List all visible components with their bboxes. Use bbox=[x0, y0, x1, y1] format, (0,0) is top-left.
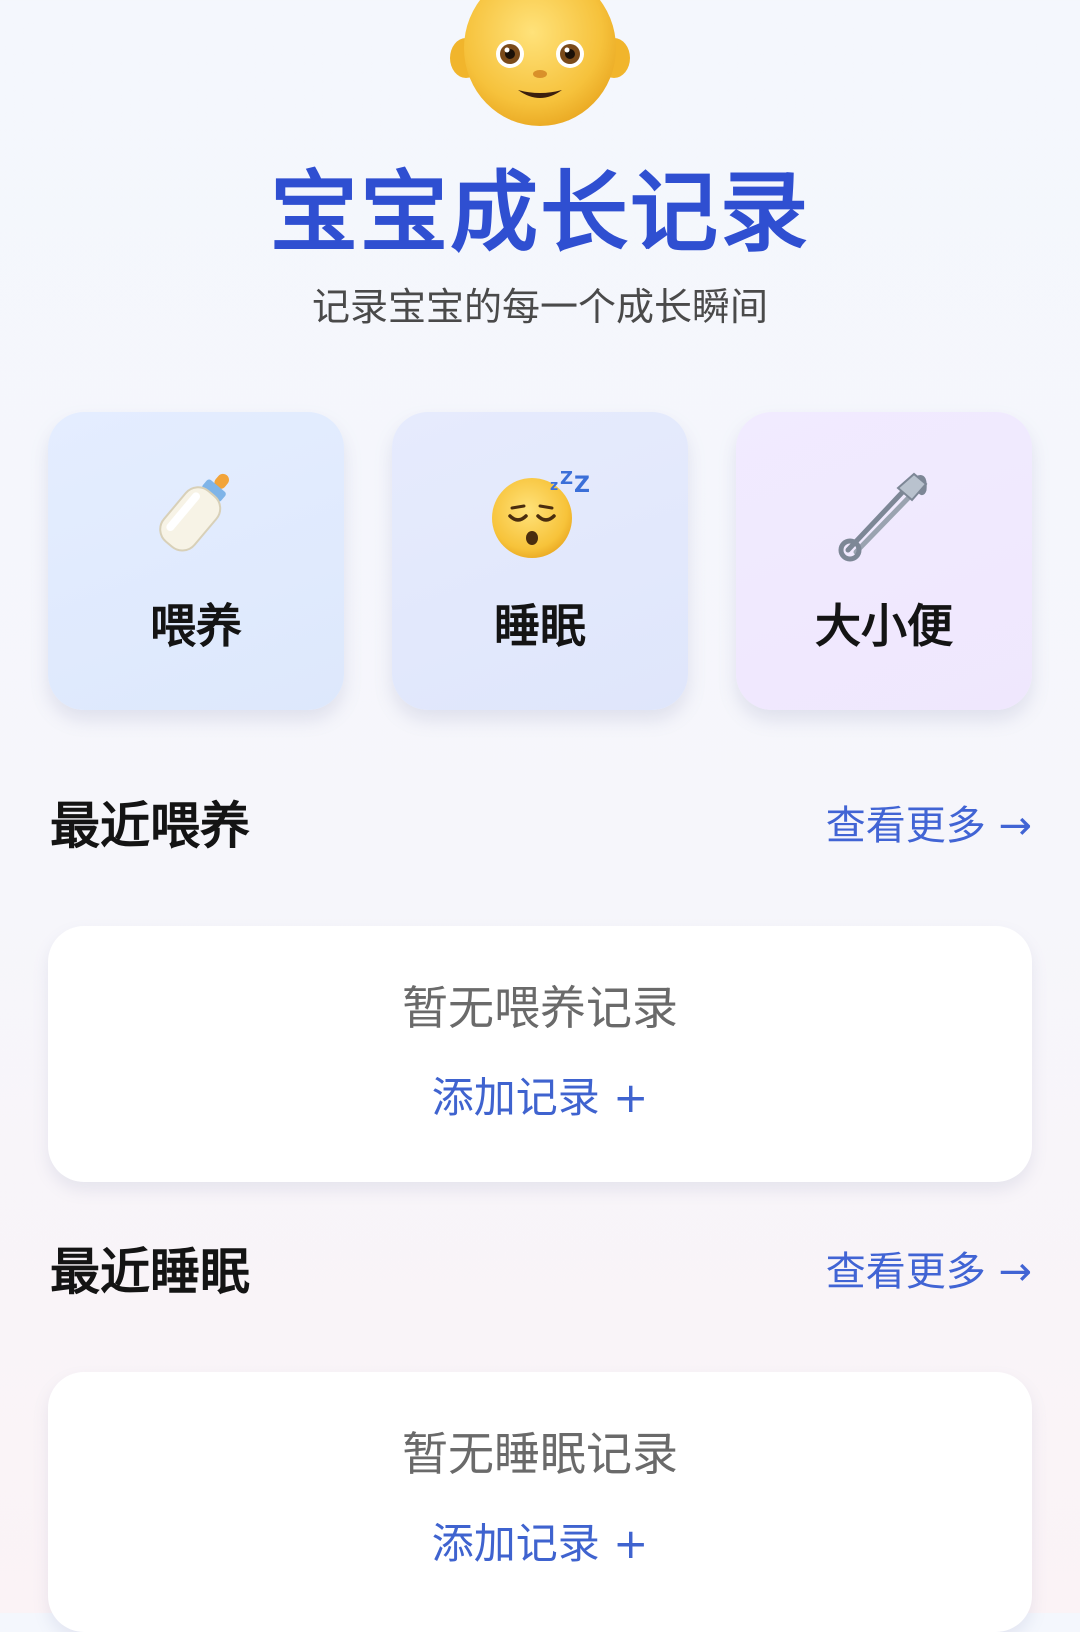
feeding-view-more-link[interactable]: 查看更多 → bbox=[826, 798, 1032, 854]
sleep-card-label: 睡眠 bbox=[494, 599, 586, 653]
sleep-section-title: 最近睡眠 bbox=[50, 1243, 250, 1301]
feeding-empty-text: 暂无喂养记录 bbox=[402, 981, 678, 1035]
svg-text:z: z bbox=[550, 478, 558, 494]
diaper-card-button[interactable]: 大小便 bbox=[736, 412, 1032, 710]
sleep-view-more-link[interactable]: 查看更多 → bbox=[826, 1244, 1032, 1300]
page-title: 宝宝成长记录 bbox=[269, 161, 810, 264]
sleep-add-record-button[interactable]: 添加记录 + bbox=[48, 1516, 1032, 1572]
feeding-card-button[interactable]: 喂养 bbox=[48, 412, 344, 710]
feeding-card-label: 喂养 bbox=[150, 599, 242, 653]
sleep-records-card: 暂无睡眠记录 添加记录 + bbox=[48, 1372, 1032, 1632]
page-subtitle: 记录宝宝的每一个成长瞬间 bbox=[311, 285, 768, 329]
feeding-add-record-button[interactable]: 添加记录 + bbox=[48, 1070, 1032, 1126]
baby-bottle-icon bbox=[159, 473, 229, 552]
diaper-card-label: 大小便 bbox=[815, 599, 953, 653]
svg-text:Z: Z bbox=[560, 468, 573, 489]
sleep-empty-text: 暂无睡眠记录 bbox=[402, 1427, 678, 1481]
feeding-section-title: 最近喂养 bbox=[50, 797, 250, 855]
baby-face-icon bbox=[450, 0, 630, 126]
feeding-records-card: 暂无喂养记录 添加记录 + bbox=[48, 926, 1032, 1182]
sleeping-face-icon: z Z Z bbox=[492, 468, 590, 558]
sleep-card-button[interactable]: z Z Z 睡眠 bbox=[392, 412, 688, 710]
safety-pin-icon bbox=[838, 472, 928, 562]
svg-text:Z: Z bbox=[574, 473, 590, 498]
